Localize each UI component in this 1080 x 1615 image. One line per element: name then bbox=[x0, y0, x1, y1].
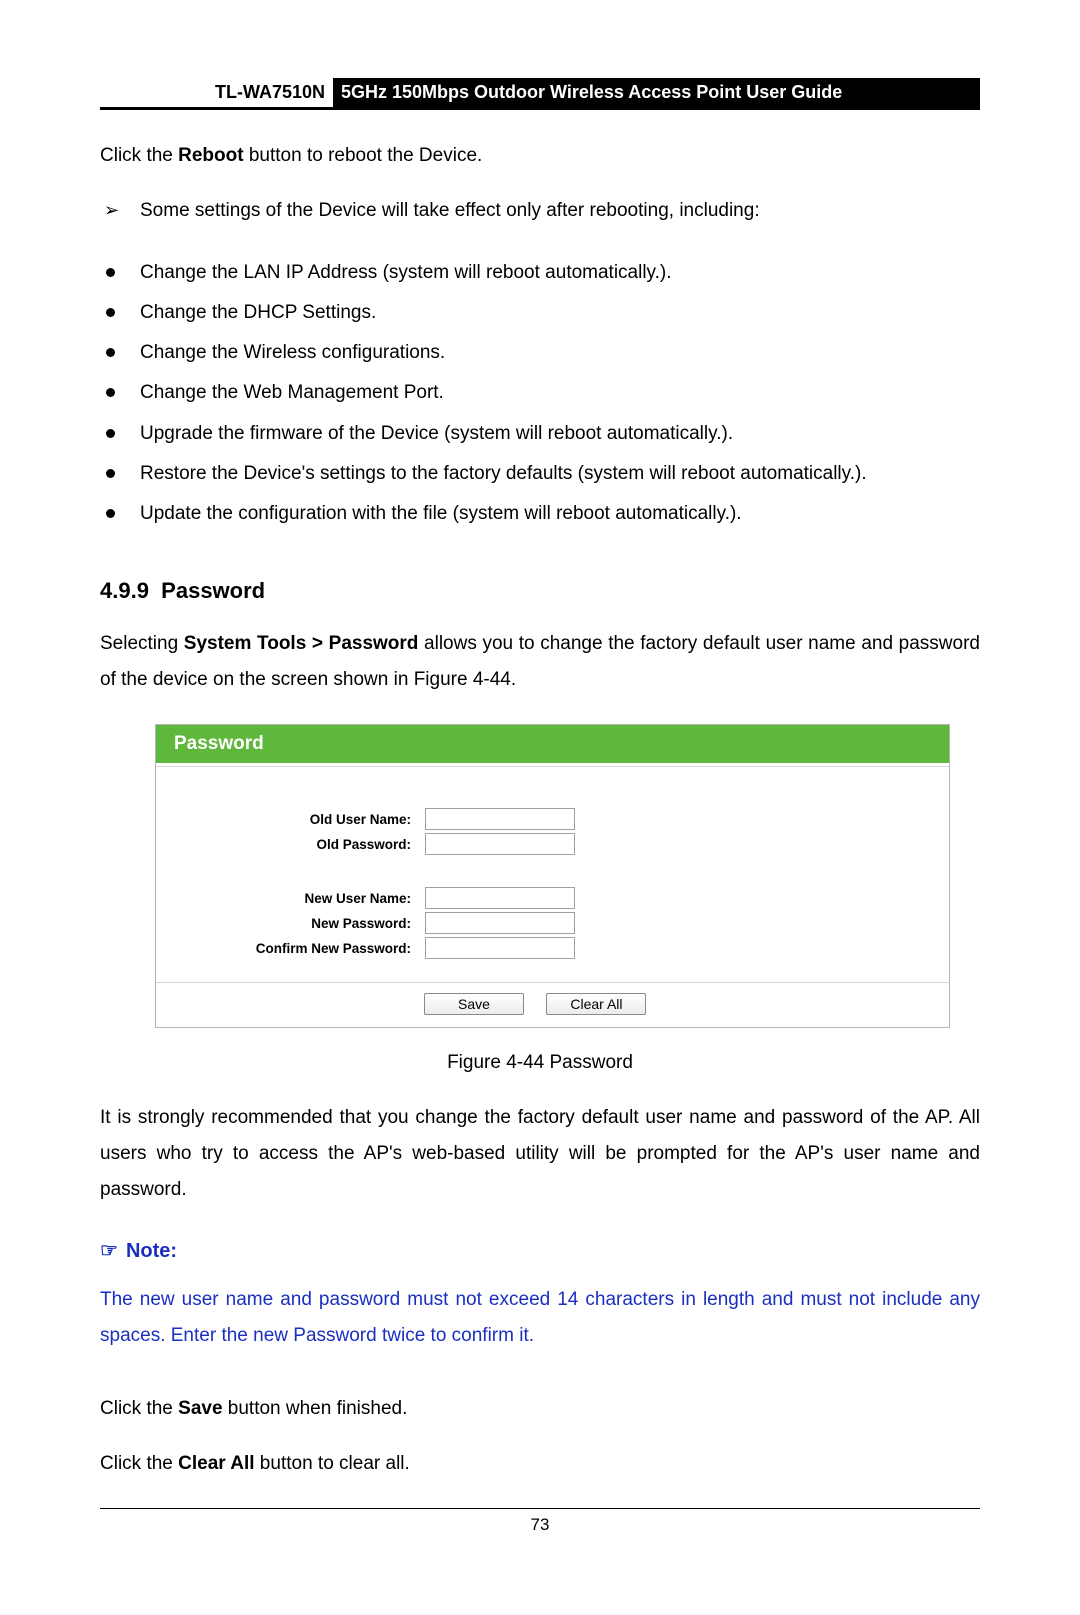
password-figure: Password Old User Name: Old Password: Ne… bbox=[155, 724, 950, 1028]
old-user-label: Old User Name: bbox=[156, 812, 425, 827]
confirm-password-label: Confirm New Password: bbox=[156, 941, 425, 956]
new-password-input[interactable] bbox=[425, 912, 575, 934]
model-number: TL-WA7510N bbox=[100, 78, 333, 107]
pointing-hand-icon: ☞ bbox=[100, 1240, 118, 1262]
section-heading: 4.9.9 Password bbox=[100, 578, 980, 604]
reboot-instruction: Click the Reboot button to reboot the De… bbox=[100, 138, 980, 174]
list-item: Some settings of the Device will take ef… bbox=[100, 193, 980, 229]
recommendation-text: It is strongly recommended that you chan… bbox=[100, 1100, 980, 1208]
old-user-input[interactable] bbox=[425, 808, 575, 830]
clear-all-button[interactable]: Clear All bbox=[546, 993, 646, 1015]
old-password-label: Old Password: bbox=[156, 837, 425, 852]
note-heading: ☞Note: bbox=[100, 1238, 980, 1263]
section-intro: Selecting System Tools > Password allows… bbox=[100, 626, 980, 698]
document-title: 5GHz 150Mbps Outdoor Wireless Access Poi… bbox=[333, 78, 980, 107]
page-number: 73 bbox=[531, 1515, 550, 1534]
password-form: Old User Name: Old Password: New User Na… bbox=[156, 767, 949, 982]
note-body: The new user name and password must not … bbox=[100, 1282, 980, 1354]
new-user-input[interactable] bbox=[425, 887, 575, 909]
list-item: Change the DHCP Settings. bbox=[100, 295, 980, 331]
list-item: Change the Wireless configurations. bbox=[100, 335, 980, 371]
list-item: Upgrade the firmware of the Device (syst… bbox=[100, 416, 980, 452]
list-item: Restore the Device's settings to the fac… bbox=[100, 456, 980, 492]
new-password-label: New Password: bbox=[156, 916, 425, 931]
clear-instruction: Click the Clear All button to clear all. bbox=[100, 1446, 980, 1482]
page-footer: 73 bbox=[100, 1508, 980, 1535]
list-item: Update the configuration with the file (… bbox=[100, 496, 980, 532]
confirm-password-input[interactable] bbox=[425, 937, 575, 959]
document-header: TL-WA7510N 5GHz 150Mbps Outdoor Wireless… bbox=[100, 78, 980, 110]
old-password-input[interactable] bbox=[425, 833, 575, 855]
save-instruction: Click the Save button when finished. bbox=[100, 1391, 980, 1427]
list-item: Change the LAN IP Address (system will r… bbox=[100, 255, 980, 291]
reboot-reasons-list: Change the LAN IP Address (system will r… bbox=[100, 255, 980, 532]
button-bar: Save Clear All bbox=[156, 982, 949, 1027]
reboot-note-list: Some settings of the Device will take ef… bbox=[100, 193, 980, 229]
save-button[interactable]: Save bbox=[424, 993, 524, 1015]
new-user-label: New User Name: bbox=[156, 891, 425, 906]
list-item: Change the Web Management Port. bbox=[100, 375, 980, 411]
figure-header: Password bbox=[156, 725, 949, 763]
figure-caption: Figure 4-44 Password bbox=[100, 1052, 980, 1074]
